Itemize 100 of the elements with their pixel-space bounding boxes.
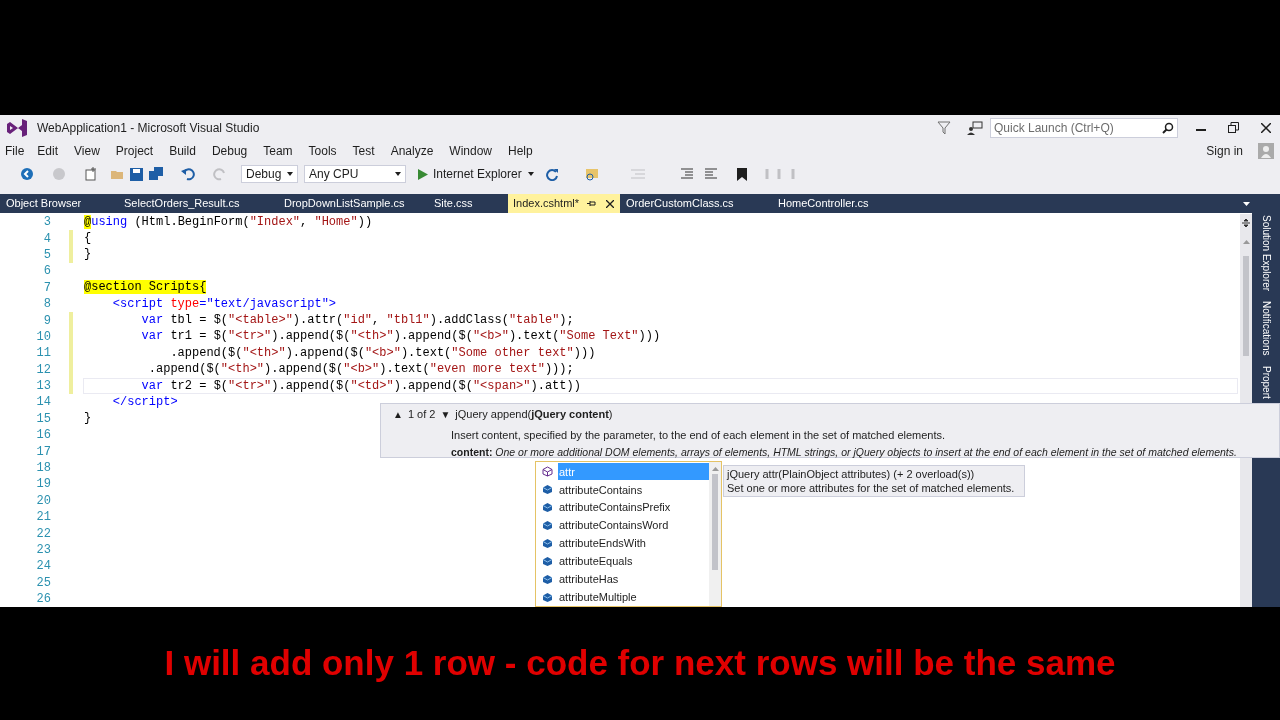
code-line: { [84,231,92,247]
restore-icon[interactable] [1228,122,1239,133]
document-tab[interactable]: HomeController.cs [772,194,922,213]
back-icon[interactable] [20,167,34,181]
line-number: 11 [35,345,51,362]
visual-studio-logo-icon [6,118,28,137]
tab-list-caret-icon[interactable] [1243,201,1250,206]
scrollbar-thumb[interactable] [1243,256,1249,356]
close-icon[interactable] [1261,122,1271,133]
code-line: var tr1 = $("<tr>").append($("<th>").append($("<b>").text("Some Text"))) [140,329,661,345]
platform-dropdown[interactable]: Any CPU [304,165,406,183]
code-line: .append($("<th>").append($("<b>").text("Some other text"))) [169,345,596,361]
menu-item[interactable]: Test [344,142,383,160]
next-overload-button[interactable]: ▼ [440,406,451,422]
completion-item[interactable]: attributeContains [558,481,709,499]
quick-launch-field[interactable]: Quick Launch (Ctrl+Q) [990,117,1178,138]
cube-icon [541,555,553,567]
cube-icon [541,537,553,549]
code-line: } [84,247,92,263]
line-number: 5 [42,246,51,263]
line-number: 24 [35,558,51,575]
filter-icon[interactable] [937,120,951,135]
subtitle-caption: I will add only 1 row - code for next rows will be the same [164,642,1116,685]
feedback-icon[interactable] [967,120,983,135]
line-number: 7 [42,279,51,296]
side-panel-tab[interactable]: Propert [1260,365,1272,399]
cube-icon [541,502,553,514]
undo-icon[interactable] [181,167,195,181]
line-number: 16 [35,427,51,444]
code-line: var tr2 = $("<tr>").append($("<td>").append($("<span>").att)) [140,378,581,394]
menu-item[interactable]: Debug [203,142,256,160]
line-number: 21 [35,509,51,526]
window-title: WebApplication1 - Microsoft Visual Studio [37,119,260,137]
completion-item[interactable]: attributeEndsWith [558,534,709,552]
document-tab[interactable]: DropDownListSample.cs [278,194,428,213]
split-icon[interactable] [1241,218,1251,228]
cube-icon [541,591,553,603]
side-panel-tab[interactable]: Notifications [1260,301,1272,356]
menu-item[interactable]: Help [500,142,541,160]
side-panel-tab[interactable]: Solution Explorer [1260,215,1272,292]
document-tab[interactable]: SelectOrders_Result.cs [118,194,278,213]
search-icon[interactable] [1162,121,1174,134]
code-line: <script type="text/javascript"> [111,296,337,312]
run-button[interactable]: Internet Explorer [418,165,522,183]
cube-icon [541,484,553,496]
new-project-icon[interactable] [84,167,98,181]
menu-item[interactable]: Build [161,142,204,160]
outdent-icon[interactable] [704,168,717,180]
line-number: 14 [35,394,51,411]
completion-item[interactable]: attributeContainsWord [558,517,709,535]
menu-item[interactable]: Team [255,142,301,160]
close-icon[interactable] [606,199,615,208]
document-tab[interactable]: Site.css [428,194,508,213]
previous-overload-button[interactable]: ▲ [393,406,403,422]
forward-icon [52,167,66,181]
completion-item[interactable]: attributeEquals [558,552,709,570]
menu-item[interactable]: Project [107,142,162,160]
sign-in-link[interactable]: Sign in [1206,142,1243,160]
save-icon[interactable] [130,167,143,181]
completion-item[interactable]: attributeHas [558,570,709,588]
line-number: 4 [42,230,51,247]
line-number: 19 [35,476,51,493]
cube-outline-icon [541,466,553,478]
play-icon [418,168,428,180]
browser-link-icon[interactable] [584,167,599,181]
method-signature: jQuery append(jQuery content) [455,407,613,422]
configuration-dropdown[interactable]: Debug [241,165,298,183]
menu-item[interactable]: Edit [29,142,67,160]
caret-icon[interactable] [527,172,534,176]
completion-tooltip: jQuery attr(PlainObject attributes) (+ 2 overload(s)) Set one or more attributes for the set of matched elements. [723,465,1025,497]
save-all-icon[interactable] [149,167,163,181]
caret-icon [287,172,293,176]
code-line: } [84,411,92,427]
line-number: 20 [35,492,51,509]
line-number: 23 [35,542,51,558]
caret-icon [395,172,401,176]
line-number: 13 [35,378,51,395]
line-number: 12 [35,361,51,378]
indent-icon[interactable] [680,168,693,180]
method-description: Insert content, specified by the parameter, to the end of each element in the set of matched elements. [450,427,947,443]
line-number: 17 [35,443,51,460]
code-line: var tbl = $("<table>").attr("id", "tbl1").addClass("table"); [140,313,574,328]
bookmark-icon[interactable] [736,167,747,181]
document-tab[interactable]: OrderCustomClass.cs [620,194,772,213]
menu-item[interactable]: View [66,142,108,160]
code-line: </script> [111,394,178,410]
document-tab[interactable]: Object Browser [0,194,118,213]
document-tab[interactable]: Index.cshtml* [508,194,620,213]
cube-icon [541,520,553,532]
pin-icon[interactable] [587,199,597,208]
refresh-icon[interactable] [545,167,559,181]
line-number: 8 [42,296,51,313]
completion-item[interactable]: attributeContainsPrefix [558,499,709,517]
menu-item[interactable]: Analyze [382,142,442,160]
completion-item[interactable]: attributeMultiple [558,588,709,606]
line-number: 9 [42,312,51,329]
menu-item[interactable]: Tools [300,142,345,160]
menu-item[interactable]: Window [441,142,500,160]
menu-item[interactable]: File [0,142,30,160]
scrollbar-thumb[interactable] [712,474,718,570]
